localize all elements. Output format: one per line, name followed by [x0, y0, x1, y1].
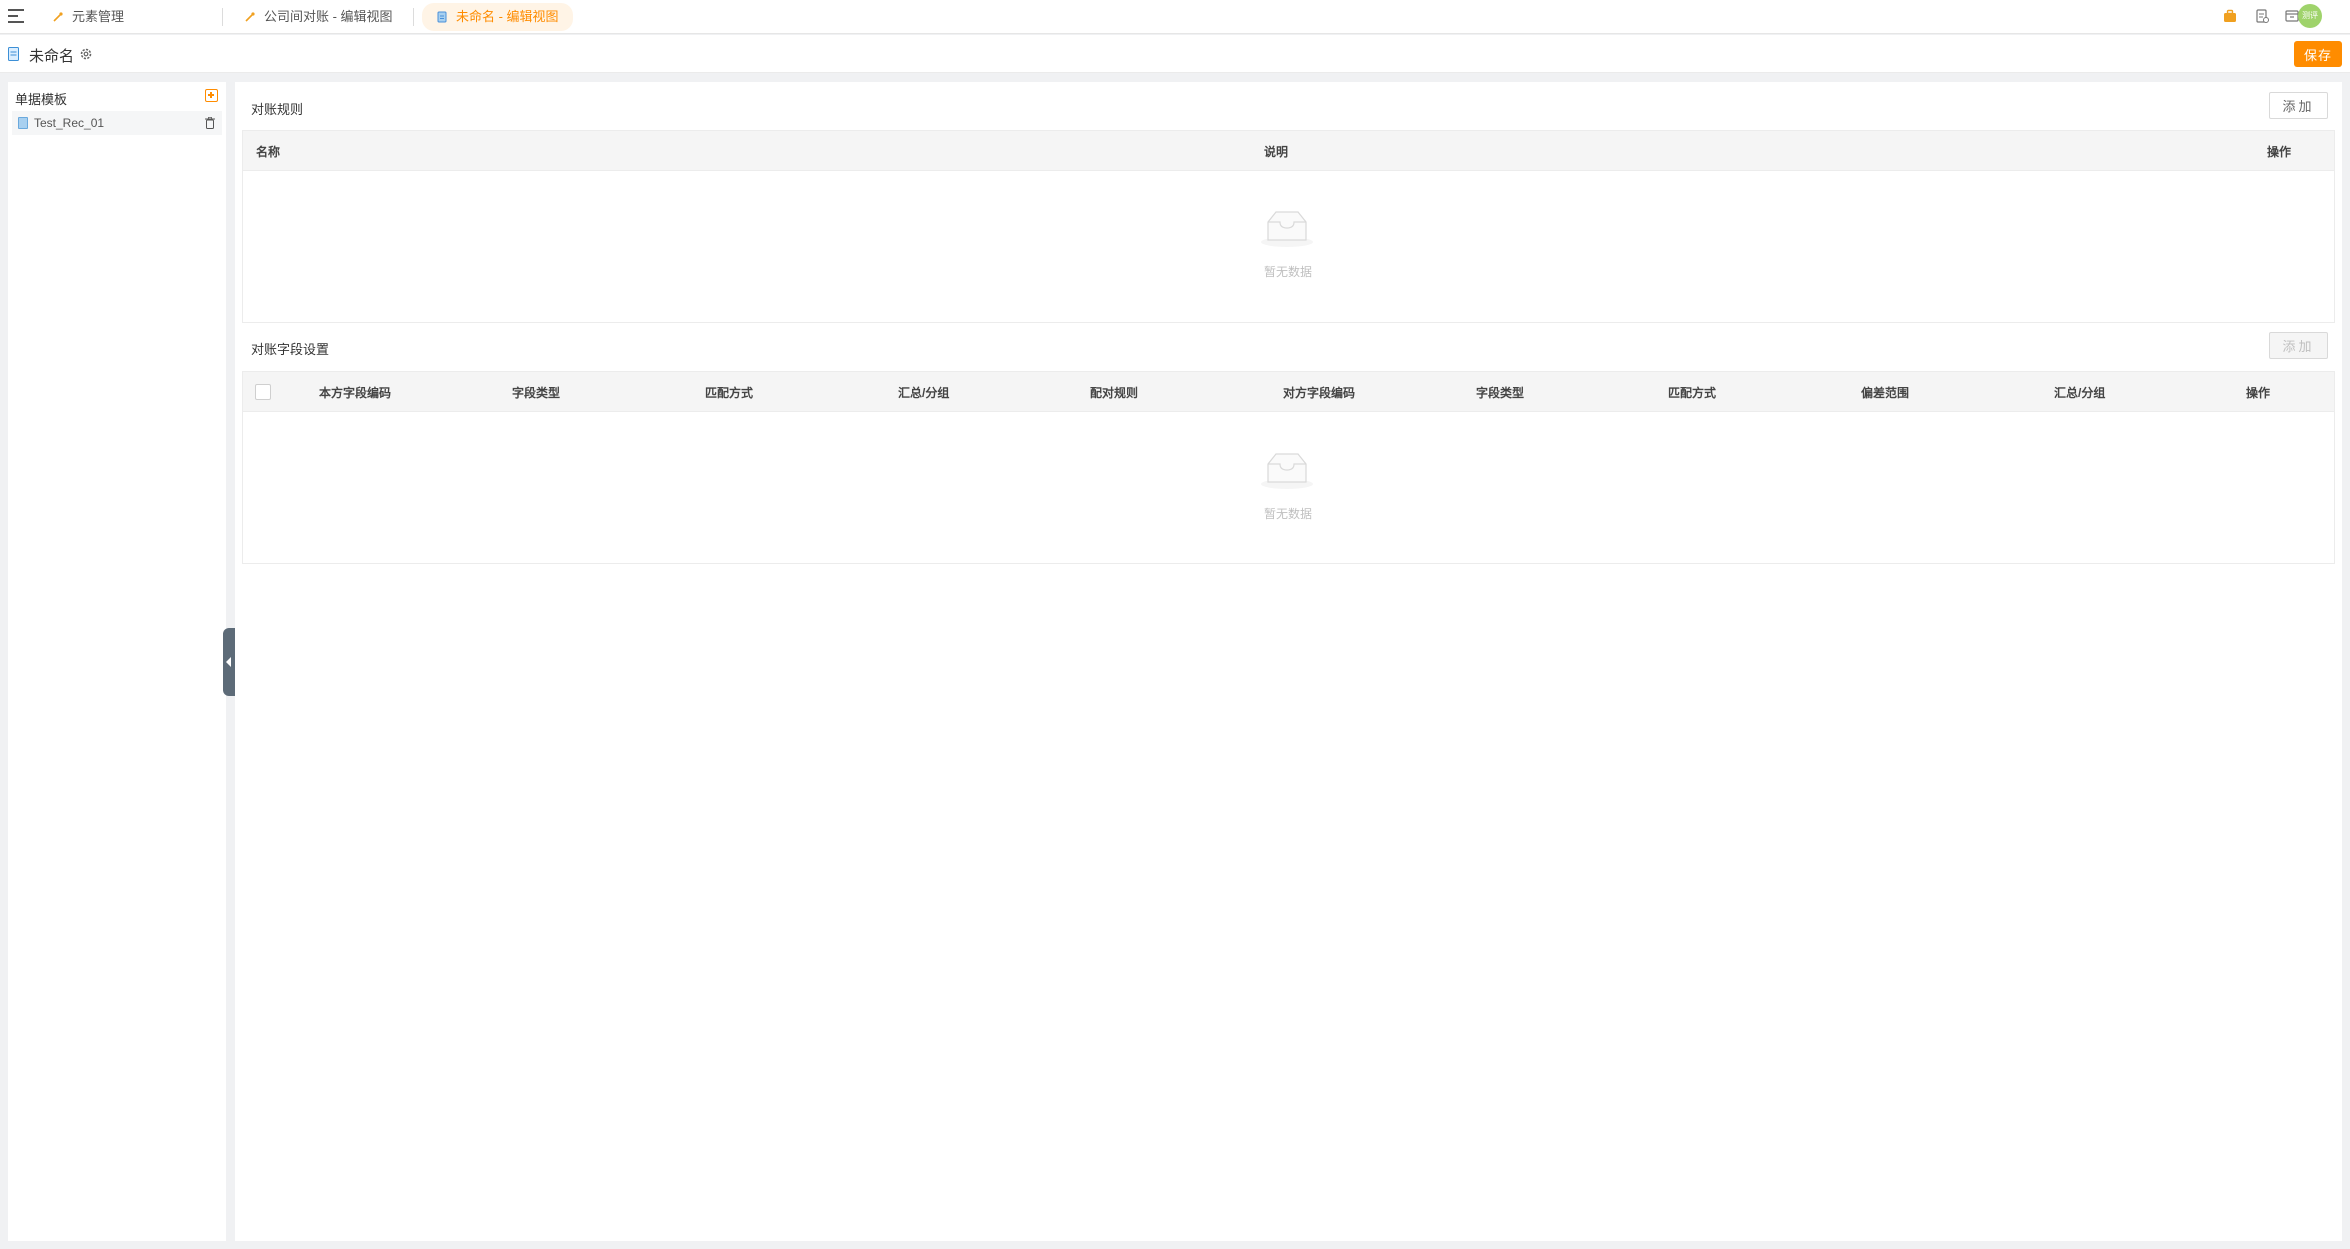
tab-divider — [222, 8, 223, 26]
tab-label: 公司间对账 - 编辑视图 — [264, 9, 393, 24]
user-avatar[interactable]: 测评 — [2298, 4, 2322, 28]
sidebar-item-label: Test_Rec_01 — [34, 116, 105, 130]
rules-table: 名称 说明 操作 暂无数据 — [242, 130, 2335, 323]
fields-empty-state: 暂无数据 — [243, 412, 2334, 564]
add-rule-button[interactable]: 添加 — [2269, 92, 2328, 119]
document-icon — [437, 11, 447, 23]
tab-unnamed-edit-view[interactable]: 未命名 - 编辑视图 — [422, 3, 573, 31]
page-title: 未命名 — [29, 48, 75, 65]
add-template-icon[interactable] — [205, 89, 218, 102]
column-header: 偏差范围 — [1861, 386, 1910, 400]
rules-section-title: 对账规则 — [251, 102, 304, 117]
template-sidebar: 单据模板 Test_Rec_01 — [8, 82, 226, 1241]
column-header: 操作 — [2246, 386, 2271, 400]
column-header: 汇总/分组 — [2054, 386, 2106, 400]
task-list-icon[interactable] — [2254, 8, 2270, 24]
menu-icon[interactable] — [8, 9, 24, 23]
trash-icon[interactable] — [205, 117, 215, 129]
rules-empty-state: 暂无数据 — [243, 171, 2334, 323]
sidebar-header: 单据模板 — [8, 82, 226, 108]
sidebar-title: 单据模板 — [15, 92, 68, 107]
empty-inbox-icon — [1261, 211, 1313, 247]
column-header: 本方字段编码 — [319, 386, 392, 400]
column-header: 对方字段编码 — [1283, 386, 1356, 400]
tab-label: 元素管理 — [72, 9, 125, 24]
tab-divider — [413, 8, 414, 26]
column-header: 名称 — [256, 145, 281, 159]
main-content: 对账规则 添加 名称 说明 操作 暂无数据 对账字段设置 添加 本方字段编码 字… — [235, 82, 2342, 1241]
gear-icon[interactable] — [79, 47, 93, 61]
empty-text: 暂无数据 — [1263, 265, 1312, 279]
top-tab-bar: 元素管理 公司间对账 - 编辑视图 未命名 - 编辑视图 测评 — [0, 0, 2350, 34]
save-button[interactable]: 保存 — [2293, 41, 2342, 67]
rules-table-header: 名称 说明 操作 — [243, 131, 2334, 171]
column-header: 配对规则 — [1090, 386, 1139, 400]
page-header: 未命名 保存 — [0, 35, 2350, 73]
tab-label: 未命名 - 编辑视图 — [456, 9, 559, 24]
column-header: 汇总/分组 — [898, 386, 950, 400]
tab-intercompany-reconciliation[interactable]: 公司间对账 - 编辑视图 — [230, 3, 407, 31]
column-header: 匹配方式 — [705, 386, 754, 400]
document-icon — [8, 47, 19, 61]
column-header: 字段类型 — [512, 386, 561, 400]
add-field-button[interactable]: 添加 — [2269, 332, 2328, 359]
select-all-checkbox[interactable] — [255, 384, 271, 400]
column-header: 操作 — [2267, 145, 2292, 159]
fields-table: 本方字段编码 字段类型 匹配方式 汇总/分组 配对规则 对方字段编码 字段类型 … — [242, 371, 2335, 564]
column-header: 匹配方式 — [1668, 386, 1717, 400]
file-icon — [18, 117, 28, 129]
empty-text: 暂无数据 — [1263, 507, 1312, 521]
sidebar-item-test-rec-01[interactable]: Test_Rec_01 — [12, 111, 222, 135]
briefcase-icon[interactable] — [2222, 8, 2238, 24]
fields-table-header: 本方字段编码 字段类型 匹配方式 汇总/分组 配对规则 对方字段编码 字段类型 … — [243, 372, 2334, 412]
column-header: 字段类型 — [1476, 386, 1525, 400]
tab-element-management[interactable]: 元素管理 — [38, 3, 138, 31]
column-header: 说明 — [1264, 145, 1289, 159]
fields-section-title: 对账字段设置 — [251, 342, 330, 357]
wand-icon — [53, 12, 63, 22]
wand-icon — [245, 12, 255, 22]
empty-inbox-icon — [1261, 453, 1313, 489]
